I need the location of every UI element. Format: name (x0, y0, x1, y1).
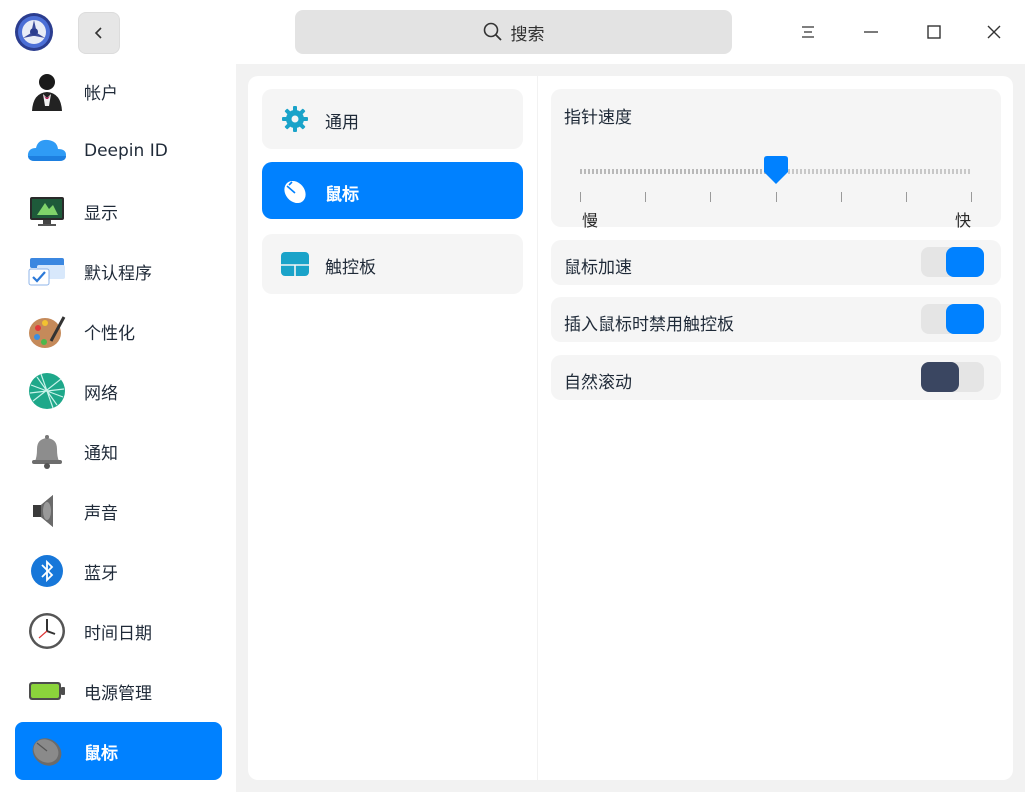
settings-category-list: 通用 鼠标 触控板 (248, 76, 537, 780)
default-apps-icon (28, 258, 65, 286)
slider-tick (645, 192, 647, 202)
sidebar-item-label: 声音 (84, 503, 118, 524)
search-placeholder: 搜索 (510, 24, 545, 45)
control-center-logo-icon (15, 13, 53, 51)
pointer-speed-label: 指针速度 (564, 108, 632, 128)
bell-icon (32, 435, 62, 469)
clock-icon (29, 613, 65, 649)
battery-icon (29, 682, 65, 700)
control-center-window: 搜索 帐户 Deepin ID 显示 默认程序 个性化 网络 通知 声音 蓝牙 … (0, 0, 1025, 792)
disable-touchpad-toggle[interactable] (921, 304, 984, 334)
subnav-item-label: 鼠标 (325, 185, 359, 205)
cloud-icon (27, 139, 66, 161)
slider-min-label: 慢 (582, 211, 599, 230)
mouse-acceleration-label: 鼠标加速 (564, 258, 632, 278)
minimize-icon (864, 31, 878, 33)
sidebar-item-power[interactable]: 电源管理 (15, 662, 222, 720)
mouse-settings-panel: 指针速度 慢 快 鼠标加速 插入鼠标时禁用触控板 自然滚动 (538, 76, 1013, 780)
mouse-acceleration-row: 鼠标加速 (551, 240, 1001, 285)
slider-thumb[interactable] (763, 155, 789, 185)
slider-tick (971, 192, 972, 202)
subnav-item-general[interactable]: 通用 (262, 89, 523, 149)
sidebar: 帐户 Deepin ID 显示 默认程序 个性化 网络 通知 声音 蓝牙 时间日… (0, 64, 236, 792)
toggle-knob (921, 362, 959, 392)
subnav-item-label: 通用 (325, 113, 359, 133)
sidebar-item-label: Deepin ID (84, 141, 168, 161)
sidebar-item-sound[interactable]: 声音 (15, 482, 222, 540)
close-button[interactable] (976, 14, 1012, 50)
back-button[interactable] (78, 12, 120, 54)
search-icon (483, 22, 502, 41)
sidebar-item-notification[interactable]: 通知 (15, 422, 222, 480)
maximize-icon (927, 25, 941, 39)
disable-touchpad-label: 插入鼠标时禁用触控板 (564, 315, 734, 335)
slider-tick (775, 192, 777, 202)
slider-fill (580, 169, 776, 174)
subnav-item-touchpad[interactable]: 触控板 (262, 234, 523, 294)
chevron-left-icon (94, 27, 102, 39)
sidebar-item-label: 显示 (84, 203, 118, 224)
sidebar-item-label: 通知 (84, 443, 118, 464)
slider-tick (710, 192, 712, 202)
sidebar-item-bluetooth[interactable]: 蓝牙 (15, 542, 222, 600)
natural-scroll-toggle[interactable] (921, 362, 984, 392)
sidebar-item-mouse[interactable]: 鼠标 (15, 722, 222, 780)
slider-tick (580, 192, 581, 202)
sidebar-item-label: 蓝牙 (84, 563, 118, 584)
sidebar-item-label: 个性化 (84, 323, 135, 344)
personalization-icon (29, 316, 66, 348)
natural-scroll-label: 自然滚动 (564, 373, 632, 393)
mouse-acceleration-toggle[interactable] (921, 247, 984, 277)
network-icon (29, 373, 65, 409)
pointer-speed-card: 指针速度 慢 快 (551, 89, 1001, 230)
toggle-knob (946, 247, 984, 277)
sidebar-item-label: 帐户 (84, 83, 118, 104)
search-box[interactable]: 搜索 (295, 10, 732, 54)
close-icon (987, 25, 1001, 39)
subnav-item-label: 触控板 (325, 258, 376, 278)
hamburger-icon (802, 26, 814, 38)
sidebar-item-network[interactable]: 网络 (15, 362, 222, 420)
title-bar: 搜索 (0, 0, 1025, 64)
subnav-item-mouse[interactable]: 鼠标 (262, 162, 523, 219)
sidebar-item-label: 鼠标 (84, 743, 118, 764)
sidebar-item-default-apps[interactable]: 默认程序 (15, 242, 222, 300)
menu-button[interactable] (790, 14, 826, 50)
mouse-icon (284, 180, 306, 204)
sidebar-item-deepin-id[interactable]: Deepin ID (15, 122, 222, 180)
toggle-knob (946, 304, 984, 334)
sidebar-item-label: 网络 (84, 383, 118, 404)
minimize-button[interactable] (853, 14, 889, 50)
touchpad-icon (281, 252, 309, 276)
account-icon (32, 74, 62, 111)
gear-icon (282, 106, 308, 132)
natural-scroll-row: 自然滚动 (551, 355, 1001, 400)
display-icon (30, 197, 64, 226)
sidebar-item-account[interactable]: 帐户 (15, 64, 222, 120)
disable-touchpad-row: 插入鼠标时禁用触控板 (551, 297, 1001, 342)
sidebar-item-display[interactable]: 显示 (15, 182, 222, 240)
sidebar-item-label: 时间日期 (84, 623, 152, 644)
mouse-icon (32, 738, 62, 766)
sidebar-item-personalization[interactable]: 个性化 (15, 302, 222, 360)
maximize-button[interactable] (916, 14, 952, 50)
slider-max-label: 快 (955, 211, 972, 230)
sidebar-item-label: 电源管理 (84, 683, 152, 704)
sidebar-item-label: 默认程序 (84, 263, 152, 284)
bluetooth-icon (31, 555, 63, 587)
slider-tick (905, 192, 907, 202)
speaker-icon (33, 495, 53, 527)
sidebar-item-datetime[interactable]: 时间日期 (15, 602, 222, 660)
slider-tick (840, 192, 842, 202)
